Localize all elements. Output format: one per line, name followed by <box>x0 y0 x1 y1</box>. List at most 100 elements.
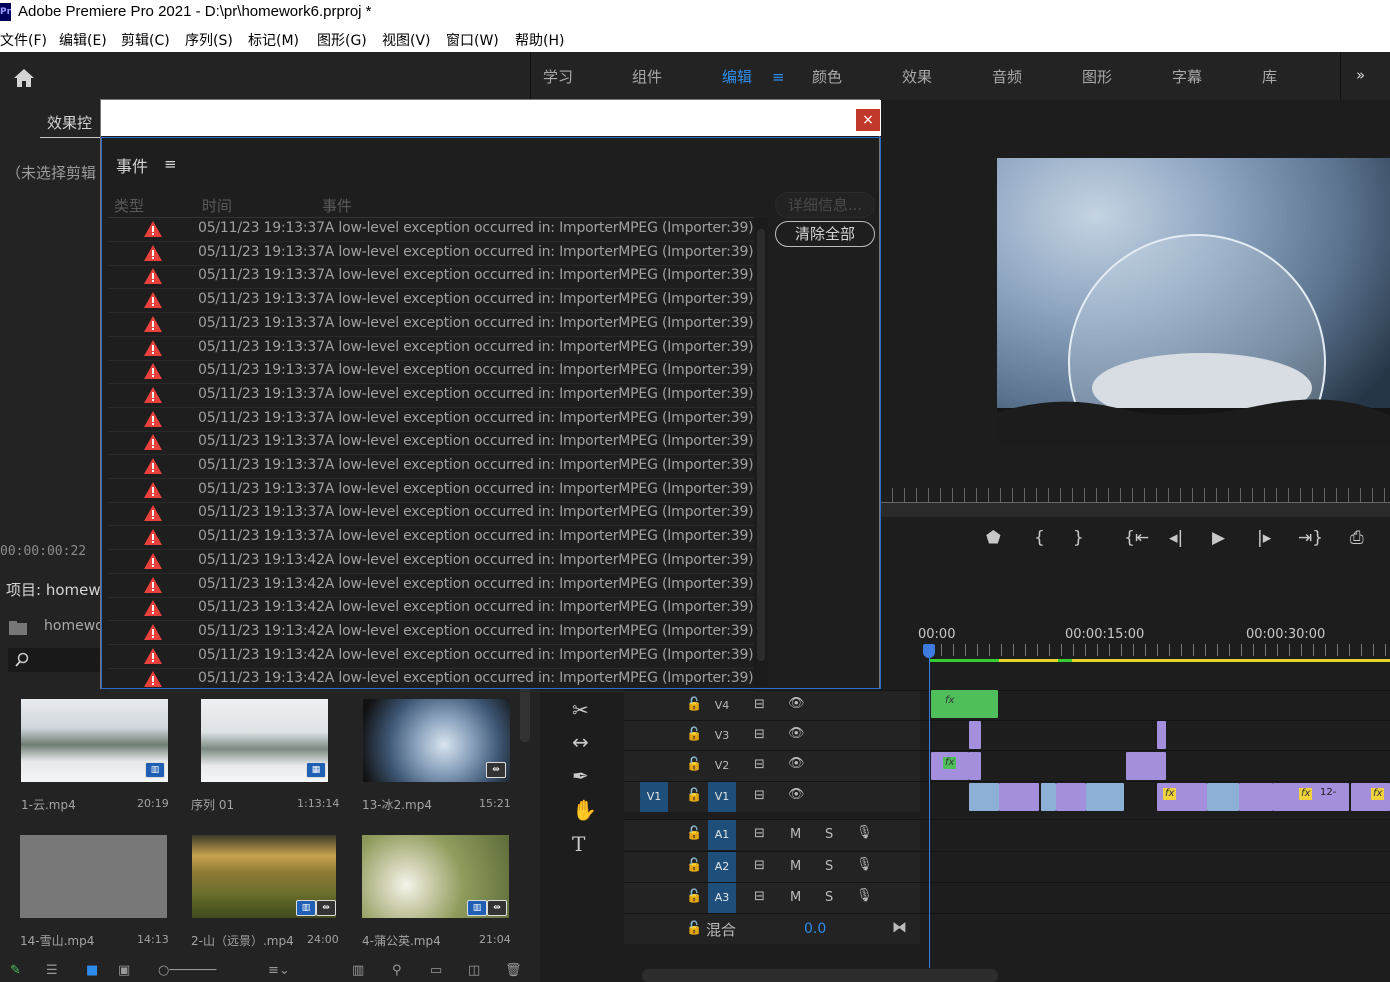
mark-out-icon[interactable]: } <box>1073 528 1084 548</box>
solo-button[interactable]: S <box>825 859 833 874</box>
workspace-menu-icon[interactable]: ≡ <box>772 68 785 86</box>
timeline-clip[interactable] <box>969 783 999 811</box>
lock-icon[interactable]: 🔓 <box>686 921 702 936</box>
timeline-clip[interactable] <box>969 721 981 749</box>
go-to-out-icon[interactable]: ⇥} <box>1298 528 1323 548</box>
mark-in-icon[interactable]: { <box>1034 528 1045 548</box>
sync-lock-icon[interactable]: ⊟ <box>754 858 765 873</box>
hand-icon[interactable]: ✋ <box>572 798 597 822</box>
event-row[interactable]: 05/11/23 19:13:42A low-level exception o… <box>108 645 754 669</box>
timeline-clip[interactable] <box>969 752 981 780</box>
timeline-clip[interactable]: fx <box>931 752 969 780</box>
export-frame-icon[interactable]: ⎙ <box>1350 528 1364 548</box>
mix-volume-value[interactable]: 0.0 <box>804 921 826 937</box>
project-thumbnail[interactable] <box>20 835 167 918</box>
freeform-view-icon[interactable]: ▣ <box>118 963 130 978</box>
microphone-icon[interactable]: 🎙 <box>856 825 873 840</box>
icon-view-icon[interactable]: ■ <box>86 963 98 978</box>
event-row[interactable]: 05/11/23 19:13:37A low-level exception o… <box>108 408 754 432</box>
dialog-title-bar[interactable] <box>101 100 881 136</box>
timeline-clip[interactable] <box>1056 783 1086 811</box>
workspace-graphics[interactable]: 图形 <box>1082 66 1112 87</box>
home-icon[interactable] <box>12 66 36 90</box>
project-panel-title[interactable]: 项目: homewo <box>6 579 110 600</box>
event-row[interactable]: 05/11/23 19:13:37A low-level exception o… <box>108 289 754 314</box>
lock-icon[interactable]: 🔓 <box>686 757 702 772</box>
menu-view[interactable]: 视图(V) <box>382 30 431 50</box>
timeline-clip[interactable] <box>1157 721 1166 749</box>
type-tool-icon[interactable]: T <box>572 832 585 856</box>
mix-end-icon[interactable]: ⧓ <box>892 918 907 936</box>
list-view-icon[interactable]: ☰ <box>46 963 58 978</box>
workspace-audio[interactable]: 音频 <box>992 66 1022 87</box>
track-label[interactable]: A1 <box>708 820 736 850</box>
event-row[interactable]: 05/11/23 19:13:37A low-level exception o… <box>108 218 754 242</box>
microphone-icon[interactable]: 🎙 <box>856 857 873 872</box>
event-row[interactable]: 05/11/23 19:13:42A low-level exception o… <box>108 574 754 598</box>
track-label[interactable]: A2 <box>708 852 736 882</box>
column-type[interactable]: 类型 <box>114 195 144 216</box>
sync-lock-icon[interactable]: ⊟ <box>754 826 765 841</box>
program-time-ruler[interactable] <box>880 488 1390 503</box>
workspace-overflow-icon[interactable]: » <box>1356 66 1365 84</box>
timeline-clip[interactable] <box>1126 752 1166 780</box>
sync-lock-icon[interactable]: ⊟ <box>754 889 765 904</box>
solo-button[interactable]: S <box>825 827 833 842</box>
timeline-clip[interactable] <box>1041 783 1056 811</box>
razor-icon[interactable]: ✂ <box>572 698 589 722</box>
track-label[interactable]: V3 <box>708 729 736 745</box>
column-event[interactable]: 事件 <box>322 195 352 216</box>
workspace-effects[interactable]: 效果 <box>902 66 932 87</box>
go-to-in-icon[interactable]: {⇤ <box>1124 528 1149 548</box>
pencil-icon[interactable]: ✎ <box>10 963 21 978</box>
menu-edit[interactable]: 编辑(E) <box>59 30 107 50</box>
sync-lock-icon[interactable]: ⊟ <box>754 788 765 803</box>
event-row[interactable]: 05/11/23 19:13:37A low-level exception o… <box>108 479 754 503</box>
timeline-clip[interactable]: fx <box>1157 783 1207 811</box>
zoom-slider[interactable]: ○────── <box>158 963 216 978</box>
timeline-clip[interactable] <box>999 783 1039 811</box>
lock-icon[interactable]: 🔓 <box>686 788 702 803</box>
slip-icon[interactable]: ↔ <box>572 730 589 754</box>
events-scrollbar[interactable] <box>754 217 768 687</box>
mute-button[interactable]: M <box>790 827 801 842</box>
panel-menu-icon[interactable]: ≡ <box>164 155 177 173</box>
sync-lock-icon[interactable]: ⊟ <box>754 727 765 742</box>
eye-icon[interactable]: 👁 <box>788 787 805 802</box>
lock-icon[interactable]: 🔓 <box>686 697 702 712</box>
clear-all-button[interactable]: 清除全部 <box>775 221 875 247</box>
eye-icon[interactable]: 👁 <box>788 726 805 741</box>
workspace-assembly[interactable]: 组件 <box>632 66 662 87</box>
menu-clip[interactable]: 剪辑(C) <box>121 30 170 50</box>
play-icon[interactable]: ▶ <box>1212 528 1225 548</box>
lock-icon[interactable]: 🔓 <box>686 826 702 841</box>
menu-graphics[interactable]: 图形(G) <box>317 30 367 50</box>
event-row[interactable]: 05/11/23 19:13:37A low-level exception o… <box>108 242 754 266</box>
trash-icon[interactable]: 🗑 <box>505 963 522 978</box>
find-icon[interactable]: ⚲ <box>392 963 402 978</box>
menu-window[interactable]: 窗口(W) <box>446 30 499 50</box>
program-scroll-bar[interactable] <box>880 503 1390 517</box>
add-marker-icon[interactable]: ⬟ <box>986 528 1001 548</box>
eye-icon[interactable]: 👁 <box>788 696 805 711</box>
pen-icon[interactable]: ✒ <box>572 764 589 788</box>
lock-icon[interactable]: 🔓 <box>686 889 702 904</box>
event-row[interactable]: 05/11/23 19:13:37A low-level exception o… <box>108 455 754 479</box>
event-row[interactable]: 05/11/23 19:13:42A low-level exception o… <box>108 621 754 645</box>
solo-button[interactable]: S <box>825 890 833 905</box>
mute-button[interactable]: M <box>790 859 801 874</box>
mute-button[interactable]: M <box>790 890 801 905</box>
automate-icon[interactable]: ▥ <box>352 963 364 978</box>
column-time[interactable]: 时间 <box>202 195 232 216</box>
step-back-icon[interactable]: ◂| <box>1169 528 1183 548</box>
event-row[interactable]: 05/11/23 19:13:37A low-level exception o… <box>108 502 754 527</box>
sync-lock-icon[interactable]: ⊟ <box>754 757 765 772</box>
close-button[interactable]: × <box>856 109 880 131</box>
timeline-clip[interactable]: fx 12- <box>1273 783 1349 811</box>
menu-file[interactable]: 文件(F) <box>0 30 47 50</box>
workspace-libraries[interactable]: 库 <box>1262 66 1277 87</box>
event-row[interactable]: 05/11/23 19:13:37A low-level exception o… <box>108 526 754 551</box>
timeline-clip[interactable]: fx <box>931 690 998 718</box>
event-row[interactable]: 05/11/23 19:13:42A low-level exception o… <box>108 550 754 574</box>
effect-controls-timecode[interactable]: 00:00:00:22 <box>0 544 86 559</box>
